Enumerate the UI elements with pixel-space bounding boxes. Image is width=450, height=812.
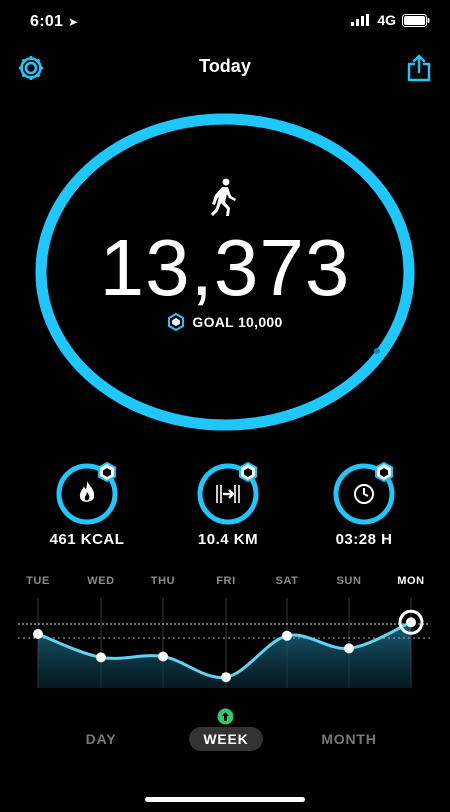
data-point-sat[interactable]: [282, 630, 292, 641]
day-label-tue[interactable]: TUE: [26, 575, 50, 587]
day-label-fri[interactable]: FRI: [216, 575, 236, 587]
duration-ring: [331, 461, 397, 527]
data-point-sun[interactable]: [344, 643, 354, 654]
weekly-steps-chart[interactable]: TUE WED THU FRI SAT SUN MON: [0, 568, 450, 698]
calories-ring: [54, 461, 120, 527]
steps-count: 13,373: [99, 223, 351, 312]
goal-text: GOAL 10,000: [192, 314, 283, 330]
day-label-sat[interactable]: SAT: [276, 575, 299, 587]
battery-icon: [402, 13, 430, 27]
distance-ring: [195, 461, 261, 527]
calories-label: 461 KCAL: [49, 531, 125, 548]
duration-stat[interactable]: 03:28 H: [299, 461, 429, 548]
period-tabs: DAY WEEK MONTH: [0, 727, 450, 751]
home-indicator[interactable]: [145, 797, 305, 802]
duration-label: 03:28 H: [335, 531, 393, 548]
distance-label: 10.4 KM: [197, 531, 259, 548]
tab-day[interactable]: DAY: [70, 727, 132, 751]
day-label-thu[interactable]: THU: [151, 575, 175, 587]
badge-icon: [375, 461, 393, 483]
page-title: Today: [199, 56, 251, 76]
badge-icon: [239, 461, 257, 483]
status-indicators: 4G: [351, 12, 430, 28]
status-time: 6:01 ➤: [30, 13, 78, 31]
data-point-wed[interactable]: [96, 652, 106, 663]
location-arrow-icon: ➤: [67, 15, 79, 29]
trend-up-icon: [217, 708, 234, 725]
network-label: 4G: [377, 12, 396, 28]
data-point-tue[interactable]: [33, 629, 43, 639]
tab-month[interactable]: MONTH: [308, 727, 390, 751]
data-point-thu[interactable]: [158, 651, 168, 662]
day-label-mon[interactable]: MON: [397, 575, 424, 587]
distance-stat[interactable]: 10.4 KM: [163, 461, 293, 548]
goal-row: GOAL 10,000: [0, 313, 450, 331]
tab-week[interactable]: WEEK: [189, 727, 263, 751]
walking-person-icon: [211, 178, 236, 216]
day-label-wed[interactable]: WED: [87, 575, 114, 587]
calories-stat[interactable]: 461 KCAL: [22, 461, 152, 548]
signal-icon: [351, 14, 370, 26]
data-point-fri[interactable]: [221, 672, 231, 683]
goal-badge-icon: [168, 313, 185, 331]
status-time-text: 6:01: [30, 13, 64, 30]
share-button[interactable]: [403, 52, 435, 84]
badge-icon: [98, 461, 116, 483]
day-label-sun[interactable]: SUN: [336, 575, 361, 587]
data-point-mon[interactable]: [406, 617, 416, 628]
share-icon: [407, 54, 431, 82]
